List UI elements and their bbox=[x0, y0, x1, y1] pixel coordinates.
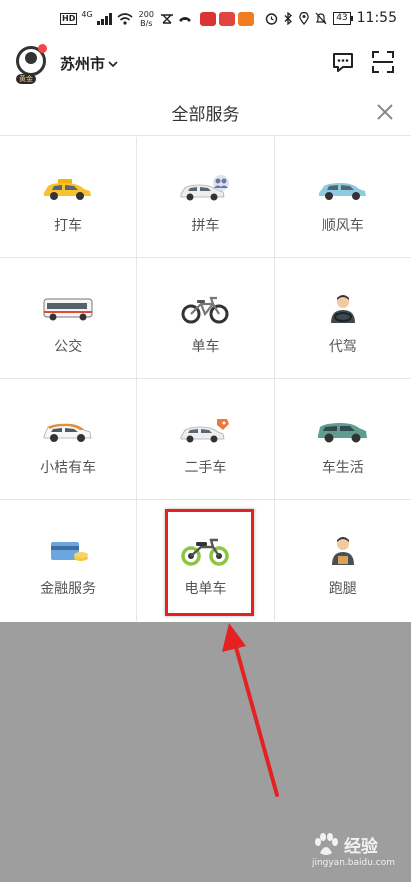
service-used-car[interactable]: 二手车 bbox=[137, 379, 275, 499]
service-label: 跑腿 bbox=[328, 581, 357, 597]
service-courier[interactable]: 跑腿 bbox=[275, 500, 411, 621]
message-icon[interactable] bbox=[331, 50, 355, 74]
used-car-icon bbox=[181, 419, 230, 443]
service-label: 金融服务 bbox=[40, 581, 97, 597]
service-car-life[interactable]: 车生活 bbox=[275, 379, 411, 499]
status-bar: HD 4G 200 B/s 43 11:55 bbox=[0, 0, 411, 36]
watermark: 经验 jingyan.baidu.com bbox=[312, 832, 395, 868]
mute-bell-icon bbox=[315, 12, 327, 24]
scan-icon[interactable] bbox=[371, 50, 395, 74]
service-label: 拼车 bbox=[191, 218, 220, 234]
watermark-url: jingyan.baidu.com bbox=[311, 858, 395, 868]
app-header: 黄金 苏州市 bbox=[0, 40, 411, 90]
suv-icon bbox=[317, 423, 367, 443]
hitch-car-icon bbox=[318, 183, 366, 200]
service-label: 代驾 bbox=[328, 339, 357, 355]
service-finance[interactable]: 金融服务 bbox=[0, 500, 138, 621]
alarm-icon bbox=[265, 12, 278, 25]
app-notification-icon bbox=[237, 12, 254, 26]
service-bus[interactable]: 公交 bbox=[0, 258, 138, 378]
location-icon bbox=[299, 11, 309, 25]
service-label: 顺风车 bbox=[321, 218, 364, 234]
service-label: 公交 bbox=[54, 339, 83, 355]
rental-car-icon bbox=[43, 423, 92, 442]
wifi-icon bbox=[117, 13, 133, 25]
highlight-box bbox=[165, 509, 254, 616]
service-rental[interactable]: 小桔有车 bbox=[0, 379, 138, 499]
close-icon[interactable] bbox=[375, 102, 395, 122]
member-badge: 黄金 bbox=[16, 74, 36, 84]
city-label: 苏州市 bbox=[60, 55, 106, 73]
chauffeur-icon bbox=[330, 295, 355, 323]
battery-indicator: 43 bbox=[333, 11, 354, 25]
watermark-brand: 经验 bbox=[343, 837, 378, 857]
service-label: 打车 bbox=[54, 218, 83, 234]
taxi-car-icon bbox=[44, 179, 92, 200]
bus-icon bbox=[43, 298, 93, 321]
notification-dot bbox=[38, 44, 47, 53]
service-label: 单车 bbox=[191, 339, 220, 355]
chevron-down-icon bbox=[108, 60, 118, 67]
bluetooth-icon bbox=[284, 11, 293, 25]
finance-card-icon bbox=[51, 542, 89, 561]
service-label: 小桔有车 bbox=[40, 460, 97, 476]
service-carpool[interactable]: 拼车 bbox=[137, 137, 275, 257]
service-bicycle[interactable]: 单车 bbox=[137, 258, 275, 378]
call-forward-icon bbox=[160, 14, 173, 24]
service-chauffeur[interactable]: 代驾 bbox=[275, 258, 411, 378]
app-notification-icon bbox=[199, 12, 216, 26]
phone-icon bbox=[178, 17, 191, 22]
panel-titlebar: 全部服务 bbox=[0, 90, 411, 136]
network-speed: 200 B/s bbox=[138, 10, 154, 28]
service-label: 二手车 bbox=[184, 460, 227, 476]
network-type: 4G bbox=[81, 9, 93, 19]
hd-indicator: HD bbox=[60, 13, 78, 25]
panel-title: 全部服务 bbox=[171, 105, 240, 125]
city-selector[interactable]: 苏州市 bbox=[60, 53, 118, 74]
paw-logo-icon bbox=[314, 832, 338, 855]
clock-time: 11:55 bbox=[356, 10, 397, 26]
carpool-icon bbox=[181, 175, 230, 201]
signal-icon bbox=[96, 13, 112, 25]
service-hitch[interactable]: 顺风车 bbox=[275, 137, 411, 257]
app-notification-icon bbox=[218, 12, 235, 26]
courier-icon bbox=[331, 537, 354, 565]
bicycle-icon bbox=[181, 296, 229, 324]
service-taxi[interactable]: 打车 bbox=[0, 137, 138, 257]
service-label: 车生活 bbox=[321, 460, 364, 476]
